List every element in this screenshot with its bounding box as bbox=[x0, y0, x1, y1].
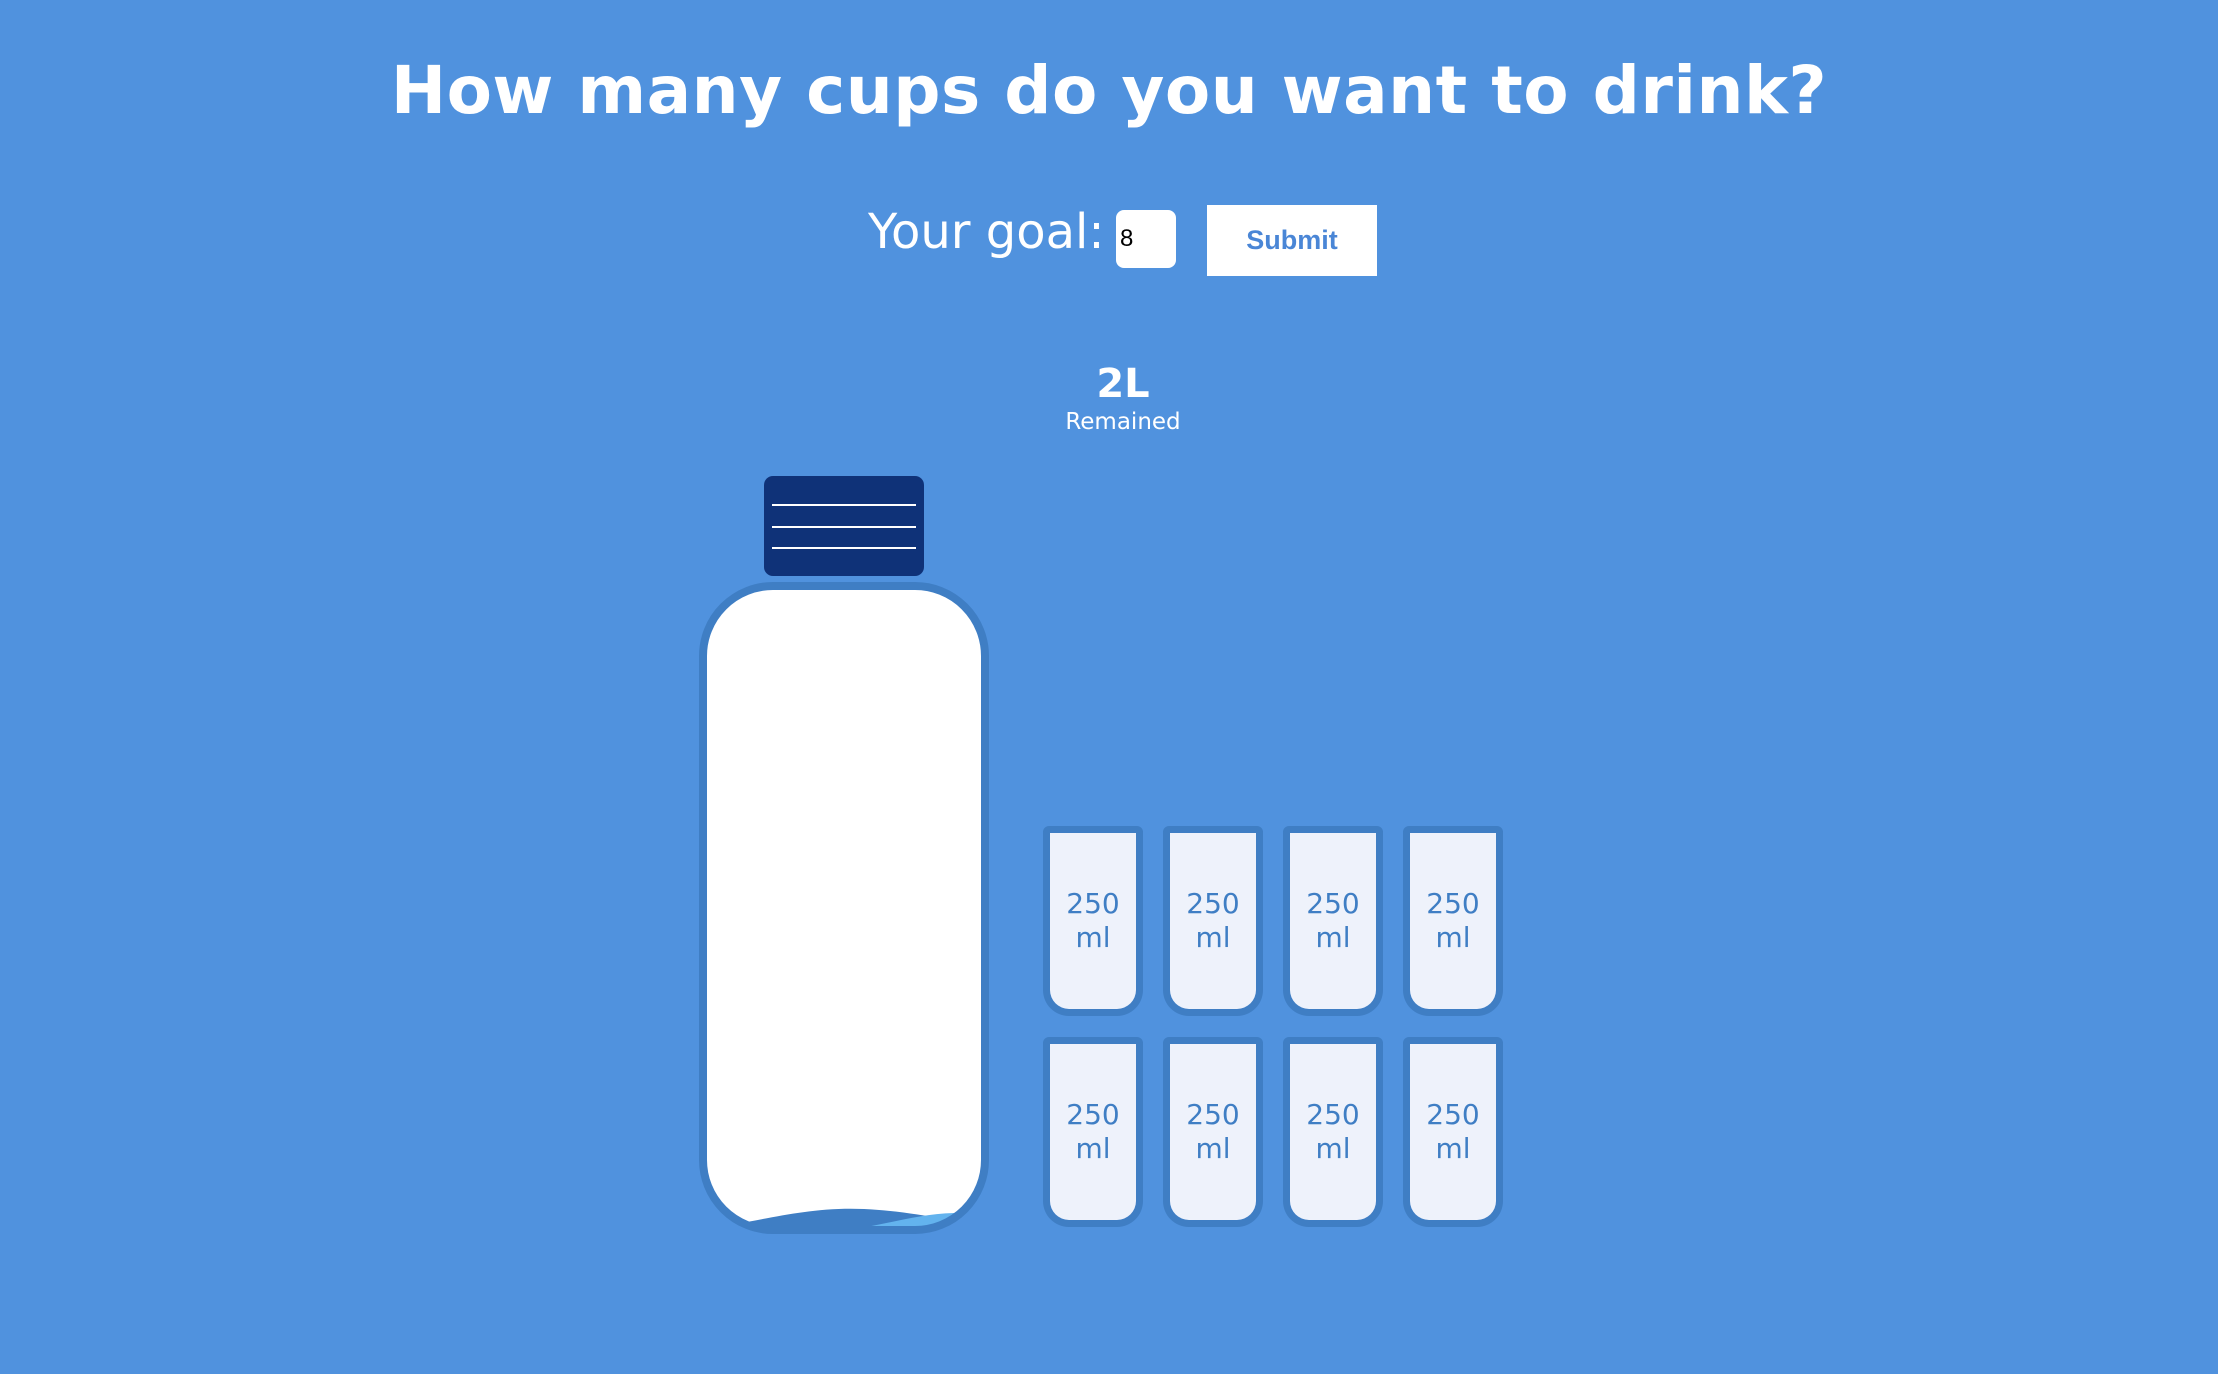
cup[interactable]: 250 ml bbox=[1403, 826, 1503, 1016]
cup[interactable]: 250 ml bbox=[1163, 826, 1263, 1016]
cup-label: 250 ml bbox=[1306, 1098, 1360, 1165]
cup[interactable]: 250 ml bbox=[1043, 1037, 1143, 1227]
page-title: How many cups do you want to drink? bbox=[390, 52, 1828, 129]
cup-label: 250 ml bbox=[1426, 887, 1480, 954]
cup-label: 250 ml bbox=[1186, 1098, 1240, 1165]
bottle-body bbox=[703, 586, 985, 1230]
goal-label: Your goal: bbox=[868, 204, 1105, 260]
cup[interactable]: 250 ml bbox=[1283, 1037, 1383, 1227]
cup[interactable]: 250 ml bbox=[1283, 826, 1383, 1016]
remained-amount: 2L bbox=[1096, 361, 1150, 407]
cup[interactable]: 250 ml bbox=[1403, 1037, 1503, 1227]
cup-label: 250 ml bbox=[1426, 1098, 1480, 1165]
bottle-graphic bbox=[699, 476, 989, 1234]
cup-label: 250 ml bbox=[1306, 887, 1360, 954]
remained-label: Remained bbox=[1065, 409, 1181, 435]
cup-label: 250 ml bbox=[1186, 887, 1240, 954]
cups-grid: 250 ml 250 ml 250 ml 250 ml 250 ml 250 m… bbox=[1043, 826, 1508, 1228]
cup-label: 250 ml bbox=[1066, 887, 1120, 954]
goal-input[interactable] bbox=[1116, 210, 1176, 268]
cup[interactable]: 250 ml bbox=[1043, 826, 1143, 1016]
water-bottle bbox=[694, 476, 994, 1238]
cup-label: 250 ml bbox=[1066, 1098, 1120, 1165]
submit-button[interactable]: Submit bbox=[1207, 205, 1377, 276]
cup[interactable]: 250 ml bbox=[1163, 1037, 1263, 1227]
remained-display: 2L Remained bbox=[1023, 360, 1223, 436]
goal-form: Your goal: Submit bbox=[0, 202, 2218, 278]
